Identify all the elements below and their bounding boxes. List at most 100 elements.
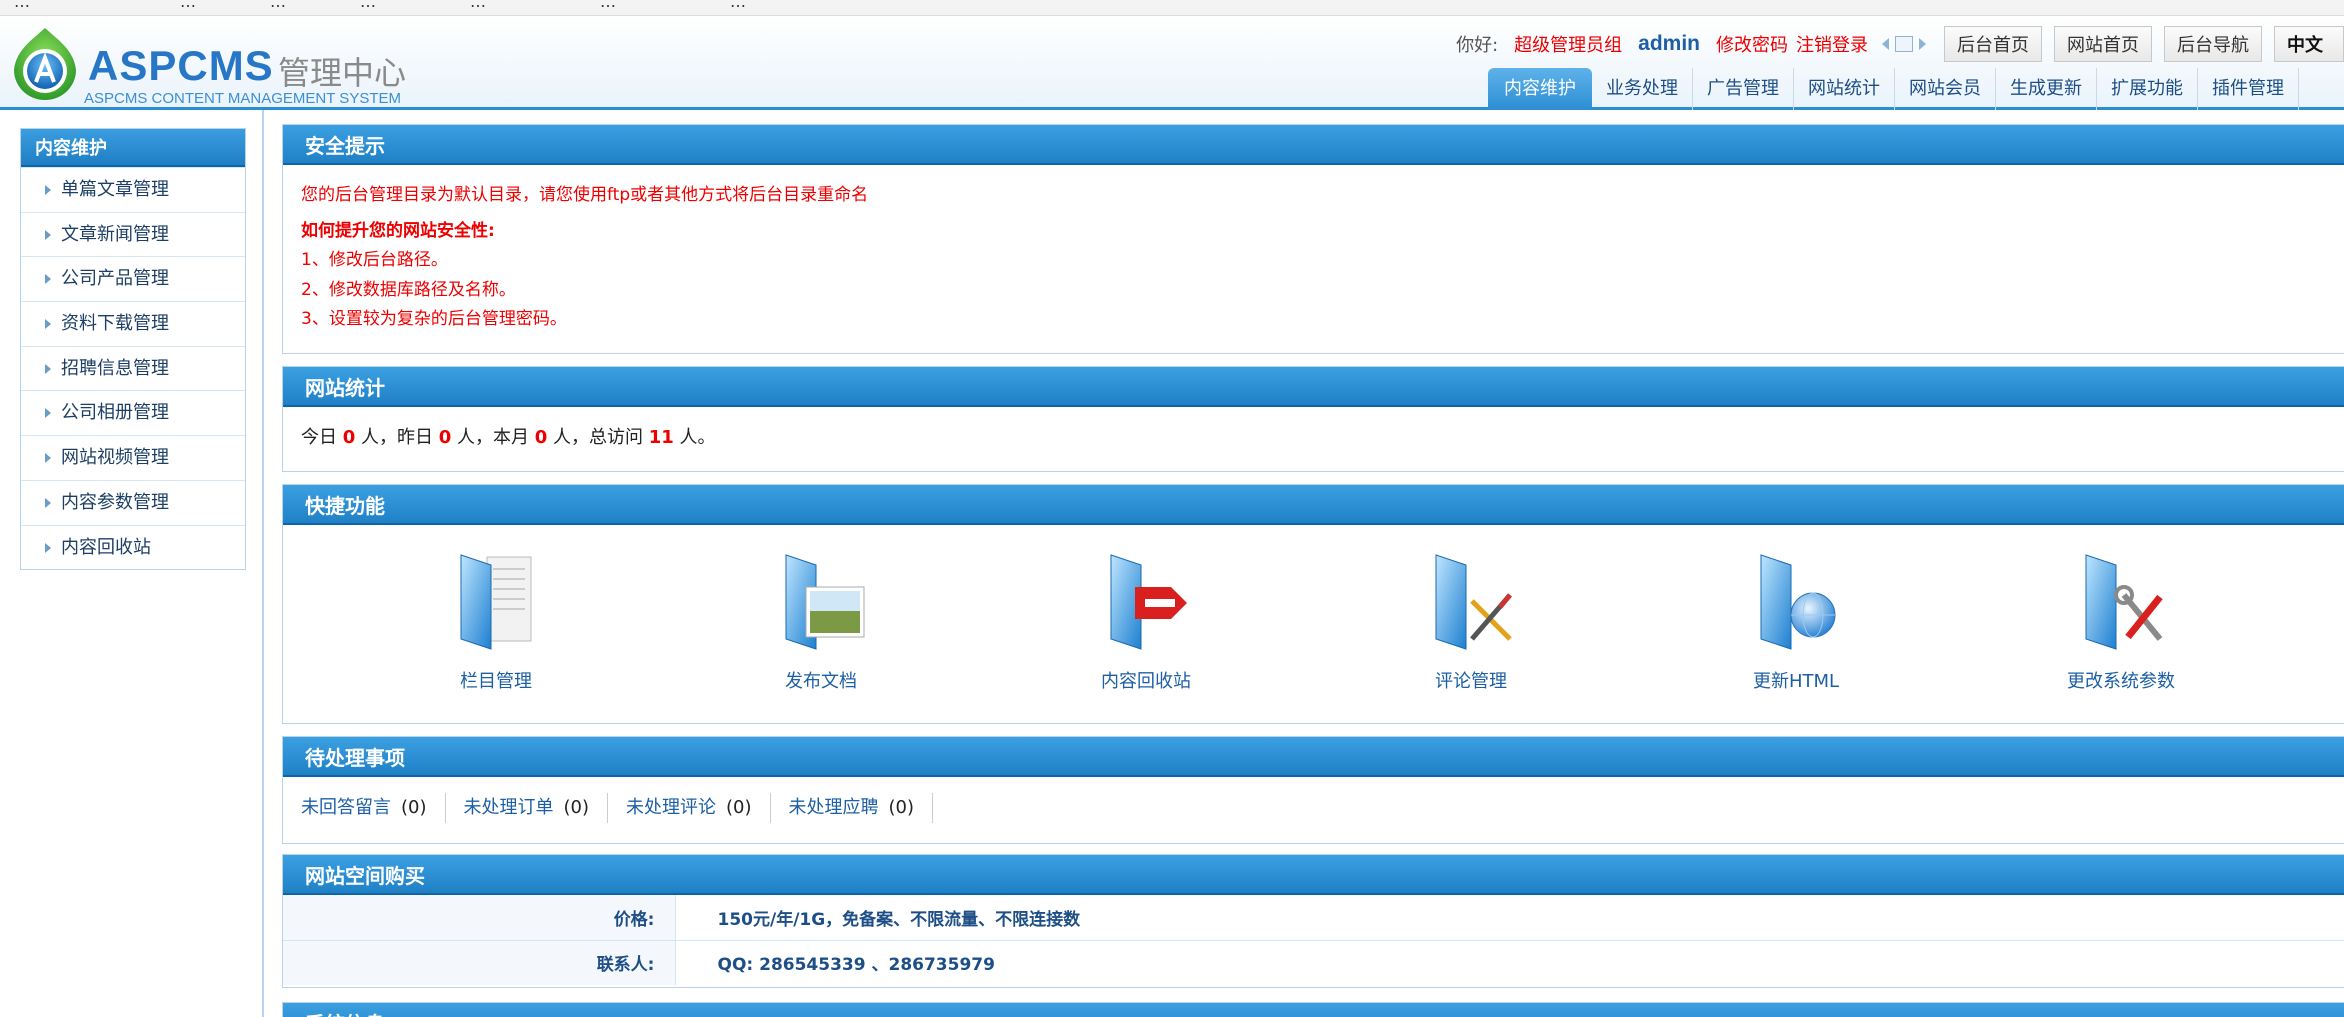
security-howto: 如何提升您的网站安全性: xyxy=(301,220,495,241)
stats-total: 11 xyxy=(648,427,674,448)
arrow-left-icon[interactable] xyxy=(1882,38,1889,50)
tab-content[interactable]: 内容维护 xyxy=(1488,68,1592,110)
pending-item: 未处理应聘 (0) xyxy=(789,793,933,823)
sidebar-item-products[interactable]: 公司产品管理 xyxy=(21,256,245,301)
sidebar-item-jobs[interactable]: 招聘信息管理 xyxy=(21,345,245,391)
folder-globe-icon xyxy=(1760,554,1836,650)
shortcuts-panel: 快捷功能 栏目管理 发布文档 内容回收站 评论管理 更新HTML 更改系统参数 xyxy=(282,484,2344,724)
top-header: ASPCMS 管理中心 ASPCMS CONTENT MANAGEMENT SY… xyxy=(0,16,2344,110)
sidebar-item-params[interactable]: 内容参数管理 xyxy=(21,479,245,525)
admin-nav-button[interactable]: 后台导航 xyxy=(2164,26,2262,62)
purchase-title: 网站空间购买 xyxy=(283,855,2344,895)
shortcut-label: 栏目管理 xyxy=(460,671,532,692)
pending-count: (0) xyxy=(401,797,427,818)
security-tip: 3、设置较为复杂的后台管理密码。 xyxy=(301,309,567,329)
admin-home-button[interactable]: 后台首页 xyxy=(1944,26,2042,62)
shortcut-publish[interactable]: 发布文档 xyxy=(721,551,921,693)
pending-item: 未回答留言 (0) xyxy=(301,793,446,823)
tab-extensions[interactable]: 扩展功能 xyxy=(2097,68,2198,110)
tab-ads[interactable]: 广告管理 xyxy=(1693,68,1794,110)
pending-item: 未处理订单 (0) xyxy=(464,793,608,823)
bookmark-item[interactable]: … xyxy=(600,0,616,11)
pending-count: (0) xyxy=(563,797,590,818)
pending-title: 待处理事项 xyxy=(283,737,2344,777)
security-title: 安全提示 xyxy=(283,125,2344,165)
table-row: 联系人: QQ: 286545339 、286735979 xyxy=(283,939,2344,985)
left-sidebar: 内容维护 单篇文章管理 文章新闻管理 公司产品管理 资料下载管理 招聘信息管理 … xyxy=(0,110,264,1017)
sidebar-item-recycle[interactable]: 内容回收站 xyxy=(21,524,245,570)
site-home-button[interactable]: 网站首页 xyxy=(2054,26,2152,62)
stats-yesterday-label: 人，昨日 xyxy=(361,427,433,448)
shortcut-system-params[interactable]: 更改系统参数 xyxy=(2021,551,2221,693)
shortcut-label: 发布文档 xyxy=(785,671,857,692)
sidebar-item-video[interactable]: 网站视频管理 xyxy=(21,435,245,480)
stats-title: 网站统计 xyxy=(283,367,2344,407)
stats-today: 0 xyxy=(342,427,356,448)
pending-count: (0) xyxy=(726,797,752,818)
tab-stats[interactable]: 网站统计 xyxy=(1794,68,1895,110)
sysinfo-title: 系统信息 xyxy=(283,1003,2344,1017)
folder-documents-icon xyxy=(460,554,532,650)
shortcut-update-html[interactable]: 更新HTML xyxy=(1696,551,1896,693)
stats-total-label: 人，总访问 xyxy=(553,427,643,448)
window-toggle-icon[interactable] xyxy=(1895,36,1913,52)
purchase-key: 价格: xyxy=(283,895,676,940)
bookmark-item[interactable]: … xyxy=(270,0,286,11)
user-bar: 你好: 超级管理员组 admin 修改密码 注销登录 后台首页 网站首页 后台导… xyxy=(1456,26,2344,62)
pending-comments-link[interactable]: 未处理评论 xyxy=(626,797,716,818)
bookmark-item[interactable]: … xyxy=(180,0,196,11)
bookmark-item[interactable]: … xyxy=(14,0,30,11)
security-tip: 1、修改后台路径。 xyxy=(301,250,448,270)
stats-end-label: 人。 xyxy=(679,427,716,448)
pending-panel: 待处理事项 未回答留言 (0) 未处理订单 (0) 未处理评论 (0) 未处理应聘 (0… xyxy=(282,736,2344,844)
shortcut-comments[interactable]: 评论管理 xyxy=(1371,551,1571,693)
stats-month: 0 xyxy=(534,427,548,448)
shortcut-recycle-bin[interactable]: 内容回收站 xyxy=(1046,551,1246,693)
logo-tagline: ASPCMS CONTENT MANAGEMENT SYSTEM xyxy=(84,90,401,107)
pending-applications-link[interactable]: 未处理应聘 xyxy=(789,797,879,818)
security-tip: 2、修改数据库路径及名称。 xyxy=(301,279,516,300)
aspcms-logo-icon xyxy=(14,28,76,100)
logo-subtitle-cn: 管理中心 xyxy=(278,54,407,92)
shortcut-column-manage[interactable]: 栏目管理 xyxy=(396,551,596,693)
sidebar-item-news[interactable]: 文章新闻管理 xyxy=(21,211,245,257)
shortcut-label: 内容回收站 xyxy=(1101,671,1191,692)
bookmark-item[interactable]: … xyxy=(470,0,486,11)
username: admin xyxy=(1638,32,1700,55)
security-panel: 安全提示 您的后台管理目录为默认目录，请您使用ftp或者其他方式将后台目录重命名… xyxy=(282,124,2344,354)
table-row: 价格: 150元/年/1G，免备案、不限流量、不限连接数 xyxy=(283,895,2344,940)
stats-yesterday: 0 xyxy=(438,427,452,448)
tab-plugins[interactable]: 插件管理 xyxy=(2198,68,2299,110)
bookmark-item[interactable]: … xyxy=(360,0,376,11)
tab-business[interactable]: 业务处理 xyxy=(1592,68,1693,110)
sysinfo-panel: 系统信息 xyxy=(282,1002,2344,1017)
sidebar-item-downloads[interactable]: 资料下载管理 xyxy=(21,301,245,346)
purchase-table: 价格: 150元/年/1G，免备案、不限流量、不限连接数 联系人: QQ: 28… xyxy=(283,895,2344,985)
tab-generate[interactable]: 生成更新 xyxy=(1996,68,2097,110)
arrow-right-icon[interactable] xyxy=(1919,38,1926,50)
sidebar-item-album[interactable]: 公司相册管理 xyxy=(21,390,245,435)
pending-orders-link[interactable]: 未处理订单 xyxy=(464,797,554,818)
folder-image-icon xyxy=(785,554,865,650)
logo-title: ASPCMS xyxy=(88,42,274,89)
shortcuts-title: 快捷功能 xyxy=(283,485,2344,525)
bookmark-item[interactable]: … xyxy=(730,0,746,11)
purchase-panel: 网站空间购买 价格: 150元/年/1G，免备案、不限流量、不限连接数 联系人:… xyxy=(282,854,2344,988)
folder-tools-icon xyxy=(2085,554,2163,650)
pending-count: (0) xyxy=(888,797,915,818)
logout-link[interactable]: 注销登录 xyxy=(1796,31,1868,57)
change-password-link[interactable]: 修改密码 xyxy=(1716,31,1788,57)
pending-messages-link[interactable]: 未回答留言 xyxy=(301,797,391,818)
stats-month-label: 人，本月 xyxy=(457,427,529,448)
main-tabs: 内容维护 业务处理 广告管理 网站统计 网站会员 生成更新 扩展功能 插件管理 xyxy=(1488,66,2299,110)
pending-item: 未处理评论 (0) xyxy=(626,793,771,823)
language-button[interactable]: 中文 xyxy=(2274,26,2344,62)
stats-today-label: 今日 xyxy=(301,427,337,448)
tab-members[interactable]: 网站会员 xyxy=(1895,68,1996,110)
folder-remove-icon xyxy=(1110,554,1187,650)
sidebar-item-single-article[interactable]: 单篇文章管理 xyxy=(21,167,245,212)
purchase-key: 联系人: xyxy=(283,939,676,985)
logo[interactable]: ASPCMS 管理中心 ASPCMS CONTENT MANAGEMENT SY… xyxy=(10,26,480,107)
shortcut-label: 更改系统参数 xyxy=(2067,671,2175,692)
sidebar-menu: 内容维护 单篇文章管理 文章新闻管理 公司产品管理 资料下载管理 招聘信息管理 … xyxy=(20,128,246,571)
